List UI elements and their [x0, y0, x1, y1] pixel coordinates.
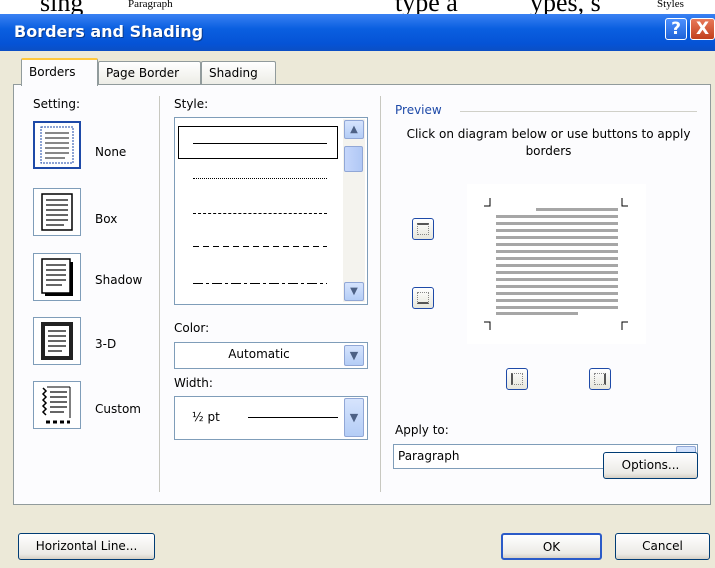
horizontal-line-button[interactable]: Horizontal Line... — [18, 533, 155, 560]
color-label: Color: — [174, 321, 210, 335]
style-item-dotted[interactable] — [193, 178, 327, 179]
preview-text-line — [496, 243, 618, 246]
preview-text-line — [496, 285, 618, 288]
preview-text-line — [496, 299, 618, 302]
left-border-button[interactable] — [506, 368, 528, 390]
setting-label: Setting: — [33, 97, 81, 111]
preview-text-line — [496, 312, 578, 315]
window-title: Borders and Shading — [14, 22, 204, 41]
preview-text-line — [496, 278, 618, 281]
width-line-sample — [248, 417, 338, 418]
bottom-border-icon — [417, 292, 429, 304]
preview-text-line — [496, 229, 618, 232]
tab-label: Shading — [209, 66, 258, 80]
preview-text-line — [496, 250, 618, 253]
setting-none-icon[interactable] — [33, 121, 81, 169]
color-value: Automatic — [228, 347, 290, 361]
right-border-icon — [594, 373, 606, 385]
scroll-down-button[interactable]: ▼ — [344, 282, 364, 301]
doc-fragment: Styles — [657, 0, 684, 10]
setting-box-label[interactable]: Box — [95, 212, 117, 226]
left-border-icon — [511, 373, 523, 385]
bottom-border-button[interactable] — [412, 287, 434, 309]
setting-none-label[interactable]: None — [95, 145, 126, 159]
doc-fragment: Paragraph — [128, 0, 173, 10]
style-label: Style: — [174, 97, 209, 111]
style-item-solid[interactable] — [193, 143, 327, 144]
tab-shading[interactable]: Shading — [201, 61, 276, 85]
setting-custom-label[interactable]: Custom — [95, 402, 141, 416]
options-button[interactable]: Options... — [603, 452, 698, 479]
ok-button[interactable]: OK — [501, 533, 602, 560]
chevron-down-icon[interactable]: ▼ — [344, 398, 364, 437]
preview-text-line — [496, 222, 618, 225]
preview-label: Preview — [395, 103, 442, 117]
apply-to-value: Paragraph — [398, 449, 460, 463]
preview-text-line — [496, 264, 618, 267]
cancel-button[interactable]: Cancel — [615, 533, 710, 560]
preview-text-line — [496, 215, 618, 218]
top-border-button[interactable] — [412, 218, 434, 240]
close-button[interactable]: X — [690, 18, 715, 40]
setting-custom-icon[interactable] — [33, 381, 81, 429]
column-divider — [380, 96, 381, 492]
setting-3d-label[interactable]: 3-D — [95, 337, 116, 351]
top-border-icon — [417, 223, 429, 235]
preview-hint: Click on diagram below or use buttons to… — [406, 127, 691, 158]
tab-page-border[interactable]: Page Border — [98, 61, 201, 85]
setting-shadow-label[interactable]: Shadow — [95, 273, 142, 287]
setting-3d-icon[interactable] — [33, 317, 81, 365]
preview-text-line — [496, 236, 618, 239]
style-item-dashed[interactable] — [193, 246, 327, 247]
style-item-dashed-small[interactable] — [193, 213, 327, 214]
chevron-down-icon[interactable]: ▼ — [344, 345, 364, 366]
scroll-up-button[interactable]: ▲ — [344, 120, 364, 139]
tab-label: Page Border — [106, 66, 180, 80]
setting-shadow-icon[interactable] — [33, 253, 81, 301]
preview-text-line — [536, 208, 618, 211]
scroll-thumb[interactable] — [344, 146, 363, 172]
setting-box-icon[interactable] — [33, 188, 81, 236]
help-button[interactable]: ? — [665, 18, 687, 40]
style-item-dash-dot[interactable] — [193, 283, 327, 284]
preview-text-line — [496, 292, 618, 295]
tab-label: Borders — [29, 65, 76, 79]
column-divider — [159, 96, 160, 492]
right-border-button[interactable] — [589, 368, 611, 390]
preview-text-line — [496, 257, 618, 260]
width-label: Width: — [174, 376, 213, 390]
width-value: ½ pt — [192, 410, 220, 424]
apply-to-label: Apply to: — [395, 423, 449, 437]
tab-borders[interactable]: Borders — [21, 58, 98, 86]
preview-text-line — [496, 271, 618, 274]
preview-group-line — [460, 111, 697, 112]
preview-text-line — [496, 306, 618, 309]
